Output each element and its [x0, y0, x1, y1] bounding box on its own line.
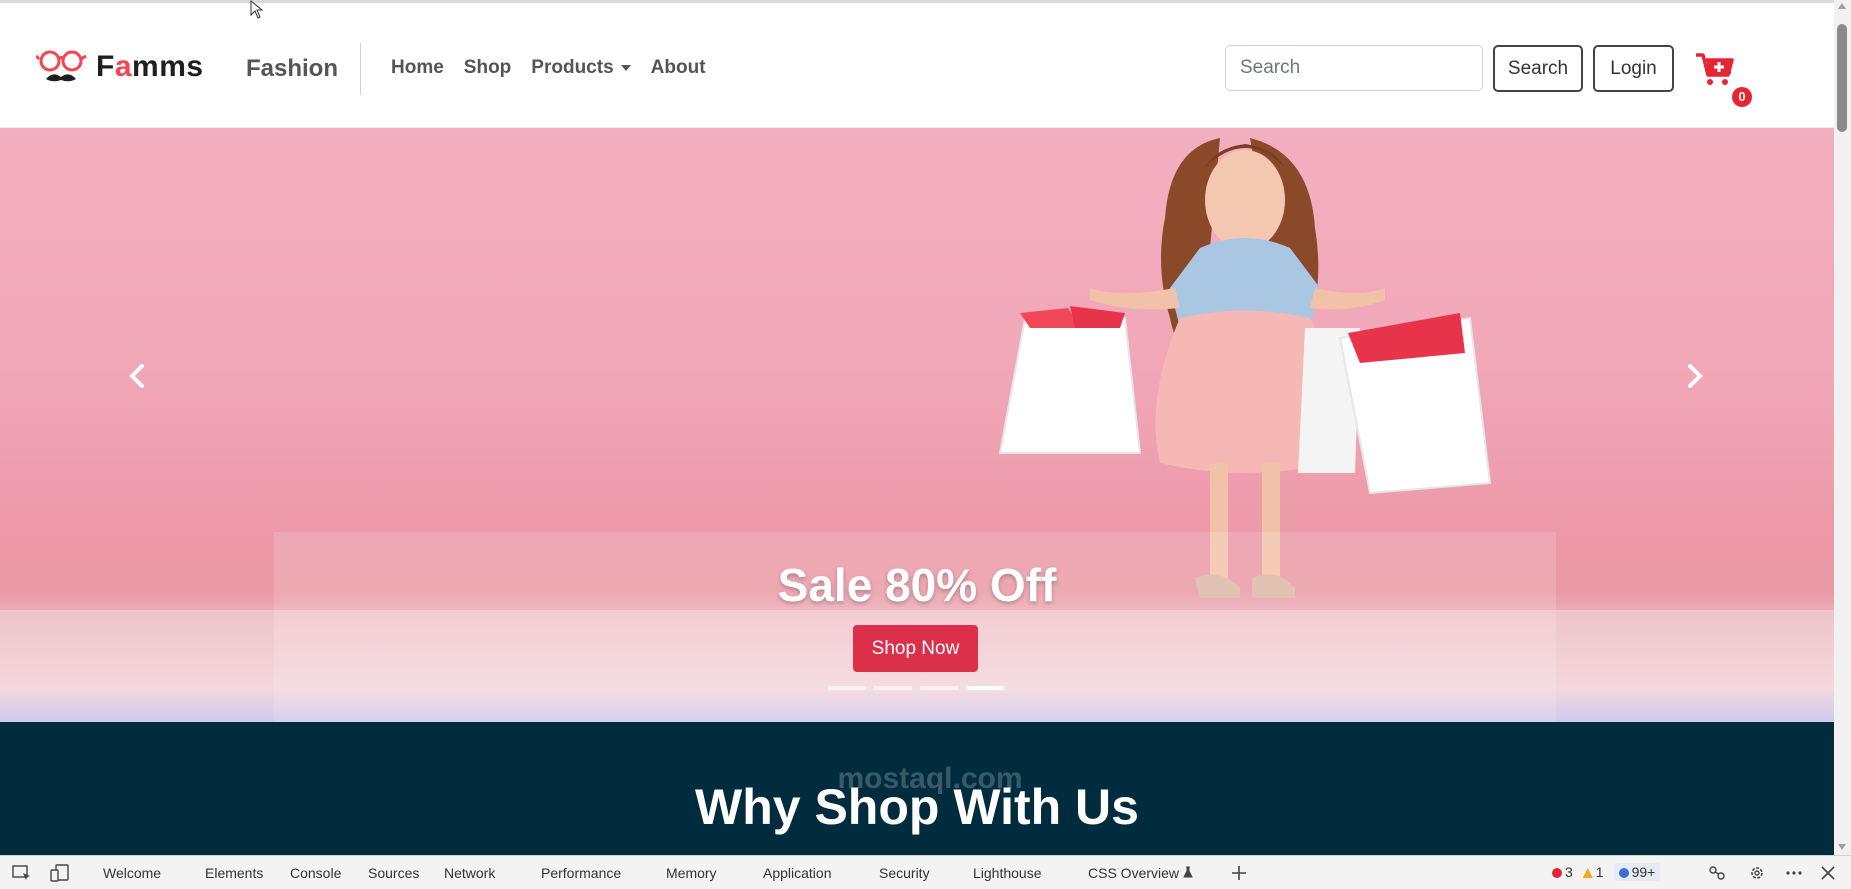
devtools-tab-application[interactable]: Application	[763, 865, 832, 881]
close-icon[interactable]	[1818, 864, 1838, 882]
carousel-caption-title: Sale 80% Off	[777, 559, 1057, 611]
issues-icon	[1618, 868, 1629, 878]
devtools-toolbar: Welcome Elements Console Sources Network…	[0, 855, 1851, 889]
devtools-status-counters[interactable]: 3 1 99+	[1552, 863, 1661, 881]
search-input[interactable]	[1225, 45, 1483, 91]
caret-down-icon	[620, 64, 631, 71]
error-icon	[1552, 868, 1562, 878]
inspect-element-icon[interactable]	[12, 864, 32, 882]
shop-now-button[interactable]: Shop Now	[853, 625, 978, 672]
warning-icon	[1582, 868, 1593, 878]
navbar: Famms Fashion Home Shop Products About S…	[0, 0, 1834, 128]
nav-about[interactable]: About	[651, 57, 706, 79]
issues-count[interactable]: 99+	[1613, 863, 1661, 881]
why-shop-section: mostaql.com Why Shop With Us	[0, 722, 1834, 855]
nav-home[interactable]: Home	[391, 57, 444, 79]
nav-products-label: Products	[531, 57, 614, 78]
devtools-tab-console[interactable]: Console	[290, 865, 341, 881]
carousel-indicator-2[interactable]	[874, 686, 912, 690]
brand-logo[interactable]: Famms	[36, 47, 204, 87]
device-emulation-icon[interactable]	[50, 864, 70, 882]
carousel-prev-button[interactable]	[118, 356, 158, 396]
flask-icon	[1183, 866, 1193, 878]
scroll-down-arrow-icon[interactable]	[1838, 844, 1846, 850]
cart-count-badge: 0	[1732, 87, 1752, 107]
devtools-tab-elements[interactable]: Elements	[205, 865, 263, 881]
nav-divider	[360, 43, 361, 95]
customize-devtools-icon[interactable]	[1707, 864, 1727, 882]
chevron-left-icon	[129, 364, 144, 388]
search-button[interactable]: Search	[1493, 45, 1583, 92]
carousel-indicator-3[interactable]	[920, 686, 958, 690]
add-tab-plus-icon[interactable]	[1229, 864, 1249, 882]
browser-viewport: Famms Fashion Home Shop Products About S…	[0, 0, 1834, 855]
brand-subtitle: Fashion	[246, 55, 339, 82]
warning-count[interactable]: 1	[1582, 864, 1604, 880]
devtools-tab-css-overview[interactable]: CSS Overview	[1088, 865, 1193, 881]
devtools-tab-security[interactable]: Security	[879, 865, 930, 881]
carousel-indicators	[828, 686, 1004, 690]
css-overview-label: CSS Overview	[1088, 865, 1180, 881]
carousel-indicator-1[interactable]	[828, 686, 866, 690]
glasses-mustache-icon	[36, 50, 87, 82]
nav-shop[interactable]: Shop	[464, 57, 512, 79]
more-options-icon[interactable]	[1784, 864, 1804, 882]
devtools-tab-welcome[interactable]: Welcome	[103, 865, 161, 881]
nav-products-dropdown[interactable]: Products	[531, 57, 631, 79]
devtools-tab-network[interactable]: Network	[444, 865, 495, 881]
carousel-next-button[interactable]	[1674, 356, 1714, 396]
settings-gear-icon[interactable]	[1747, 864, 1767, 882]
devtools-tab-sources[interactable]: Sources	[368, 865, 419, 881]
cart-button[interactable]: 0	[1694, 51, 1754, 111]
scroll-up-arrow-icon[interactable]	[1838, 3, 1846, 9]
nav-links: Home Shop Products About	[391, 57, 706, 79]
devtools-tab-memory[interactable]: Memory	[666, 865, 717, 881]
scrollbar-thumb[interactable]	[1837, 24, 1847, 132]
mouse-pointer-icon	[250, 0, 264, 19]
brand-name: Famms	[96, 50, 204, 83]
error-count[interactable]: 3	[1552, 864, 1573, 880]
shopping-cart-icon	[1696, 53, 1734, 85]
why-shop-title: Why Shop With Us	[695, 779, 1139, 835]
chevron-right-icon	[1688, 364, 1703, 388]
carousel-indicator-4[interactable]	[966, 686, 1004, 690]
devtools-tab-performance[interactable]: Performance	[541, 865, 621, 881]
hero-carousel: Sale 80% Off Shop Now	[0, 128, 1834, 722]
devtools-tab-lighthouse[interactable]: Lighthouse	[973, 865, 1042, 881]
login-button[interactable]: Login	[1593, 45, 1674, 92]
page-scrollbar[interactable]	[1834, 0, 1851, 855]
